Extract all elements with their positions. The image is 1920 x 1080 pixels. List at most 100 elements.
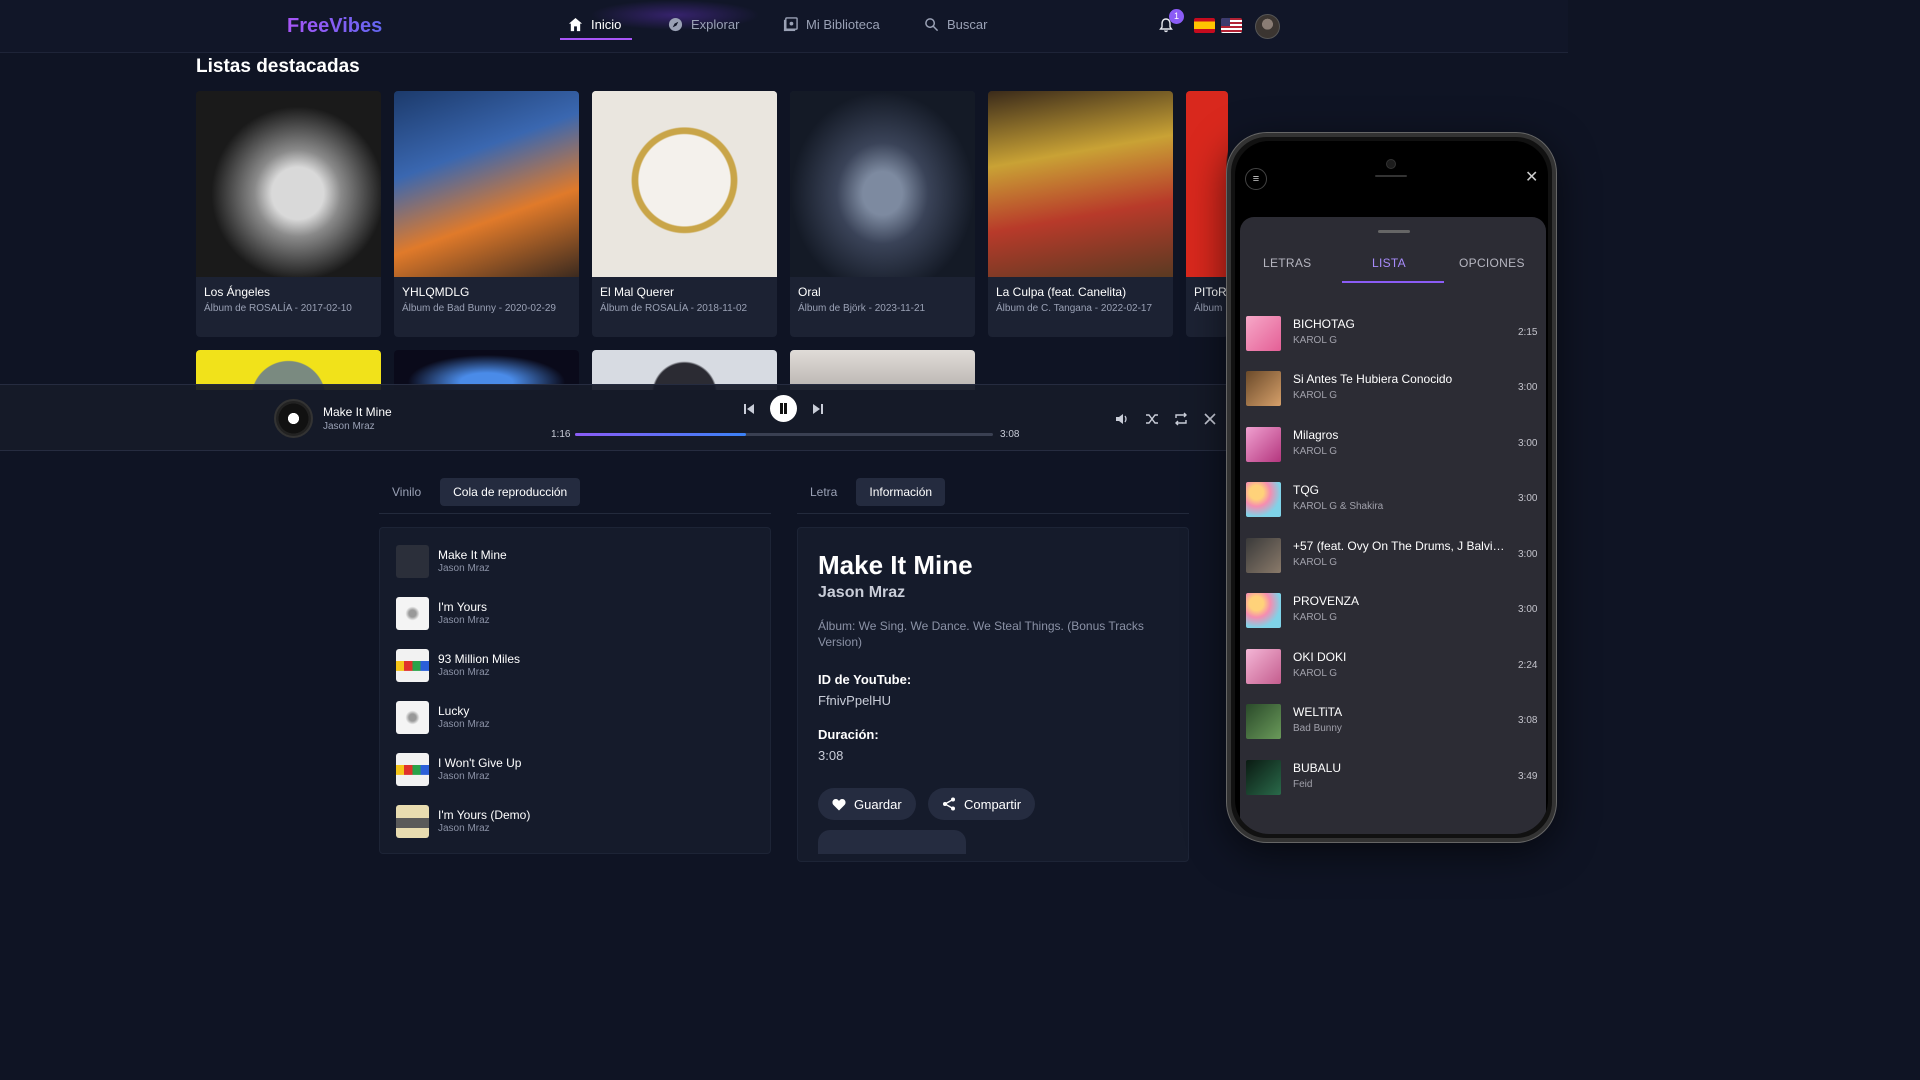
progress-bar[interactable] xyxy=(575,433,993,436)
phone-tab-opciones[interactable]: OPCIONES xyxy=(1459,256,1525,270)
phone-song-item[interactable]: BICHOTAG KAROL G 2:15 xyxy=(1246,313,1546,353)
song-artist: Bad Bunny xyxy=(1293,723,1342,734)
queue-item[interactable]: I'm Yours Jason Mraz xyxy=(396,596,756,630)
phone-mockup: ≡ ✕ LETRAS LISTA OPCIONES BICHOTAG KAROL… xyxy=(1227,133,1556,842)
nav-item-label: Inicio xyxy=(591,17,622,32)
featured-card[interactable]: El Mal Querer Álbum de ROSALÍA - 2018-11… xyxy=(592,91,777,337)
nav-item-inicio[interactable]: Inicio xyxy=(568,17,621,32)
info-artist: Jason Mraz xyxy=(818,584,906,601)
song-duration: 3:00 xyxy=(1518,382,1538,393)
spain-flag-icon[interactable] xyxy=(1194,18,1215,33)
song-duration: 3:08 xyxy=(1518,715,1538,726)
right-tabs: Letra Información xyxy=(797,478,946,506)
heart-icon xyxy=(832,798,846,810)
nav-item-biblioteca[interactable]: Mi Biblioteca xyxy=(783,17,880,32)
tab-cola[interactable]: Cola de reproducción xyxy=(440,478,581,506)
song-duration: 3:00 xyxy=(1518,549,1538,560)
current-time: 1:16 xyxy=(551,429,571,440)
compass-icon xyxy=(668,17,683,32)
track-thumbnail xyxy=(396,545,429,578)
search-icon xyxy=(925,18,939,32)
phone-song-item[interactable]: TQG KAROL G & Shakira 3:00 xyxy=(1246,479,1546,519)
shuffle-icon[interactable] xyxy=(1145,412,1159,426)
user-avatar[interactable] xyxy=(1255,14,1280,39)
save-button[interactable]: Guardar xyxy=(818,788,916,820)
track-thumbnail xyxy=(396,753,429,786)
close-icon[interactable]: ✕ xyxy=(1525,167,1538,187)
volume-icon[interactable] xyxy=(1115,412,1129,426)
track-title: Make It Mine xyxy=(438,548,507,562)
card-title: El Mal Querer xyxy=(600,285,675,299)
phone-song-item[interactable]: Milagros KAROL G 3:00 xyxy=(1246,424,1546,464)
nav-item-explorar[interactable]: Explorar xyxy=(668,17,739,32)
player-bar: Make It Mine Jason Mraz 1:16 3:08 xyxy=(0,384,1230,451)
now-playing-vinyl[interactable] xyxy=(274,399,313,438)
song-thumbnail xyxy=(1246,649,1281,684)
queue-item[interactable]: Lucky Jason Mraz xyxy=(396,700,756,734)
queue-menu-icon[interactable]: ≡ xyxy=(1245,168,1267,190)
track-artist: Jason Mraz xyxy=(438,615,490,626)
section-title: Listas destacadas xyxy=(196,56,360,77)
tab-letra[interactable]: Letra xyxy=(797,478,850,506)
nav-item-buscar[interactable]: Buscar xyxy=(924,17,987,32)
repeat-icon[interactable] xyxy=(1174,412,1188,426)
phone-song-item[interactable]: +57 (feat. Ovy On The Drums, J Balvin, .… xyxy=(1246,535,1546,575)
featured-card[interactable]: Oral Álbum de Björk - 2023-11-21 xyxy=(790,91,975,337)
phone-song-item[interactable]: WELTiTA Bad Bunny 3:08 xyxy=(1246,701,1546,741)
song-artist: Feid xyxy=(1293,779,1313,790)
song-artist: KAROL G xyxy=(1293,557,1338,568)
queue-item[interactable]: Make It Mine Jason Mraz xyxy=(396,544,756,578)
song-thumbnail xyxy=(1246,316,1281,351)
close-icon[interactable] xyxy=(1204,413,1216,425)
card-title: La Culpa (feat. Canelita) xyxy=(996,285,1127,299)
track-thumbnail xyxy=(396,805,429,838)
queue-item[interactable]: 93 Million Miles Jason Mraz xyxy=(396,648,756,682)
song-thumbnail xyxy=(1246,704,1281,739)
add-to-playlist-button[interactable] xyxy=(818,830,966,854)
phone-song-item[interactable]: Si Antes Te Hubiera Conocido KAROL G 3:0… xyxy=(1246,368,1546,408)
track-title: Lucky xyxy=(438,704,470,718)
song-artist: KAROL G xyxy=(1293,668,1338,679)
us-flag-icon[interactable] xyxy=(1221,18,1242,33)
phone-song-item[interactable]: PROVENZA KAROL G 3:00 xyxy=(1246,590,1546,630)
share-icon xyxy=(943,797,955,811)
song-title: OKI DOKI xyxy=(1293,650,1347,664)
drag-handle[interactable] xyxy=(1378,230,1410,233)
previous-icon[interactable] xyxy=(743,403,755,415)
song-artist: KAROL G xyxy=(1293,446,1338,457)
featured-card[interactable]: Los Ángeles Álbum de ROSALÍA - 2017-02-1… xyxy=(196,91,381,337)
tab-vinilo[interactable]: Vinilo xyxy=(379,478,434,506)
featured-card[interactable]: YHLQMDLG Álbum de Bad Bunny - 2020-02-29 xyxy=(394,91,579,337)
home-icon xyxy=(568,17,583,32)
next-icon[interactable] xyxy=(812,403,824,415)
speaker-slot xyxy=(1375,175,1407,177)
song-artist: KAROL G xyxy=(1293,390,1338,401)
song-title: BICHOTAG xyxy=(1293,317,1355,331)
top-navbar: FreeVibes Inicio Explorar Mi Biblioteca … xyxy=(0,0,1568,53)
library-icon xyxy=(783,17,798,32)
save-label: Guardar xyxy=(854,796,902,812)
song-title: BUBALU xyxy=(1293,761,1342,775)
song-thumbnail xyxy=(1246,593,1281,628)
queue-list: Make It Mine Jason Mraz I'm Yours Jason … xyxy=(379,527,771,854)
card-subtitle: Álbum de C. Tangana - 2022-02-17 xyxy=(996,303,1153,314)
pause-button[interactable] xyxy=(770,395,797,422)
phone-tab-lista[interactable]: LISTA xyxy=(1372,256,1406,270)
track-artist: Jason Mraz xyxy=(438,823,490,834)
brand-logo[interactable]: FreeVibes xyxy=(287,15,382,38)
song-duration: 2:24 xyxy=(1518,660,1538,671)
album-cover xyxy=(1186,91,1228,277)
tab-informacion[interactable]: Información xyxy=(856,478,946,506)
card-title: Oral xyxy=(798,285,821,299)
phone-song-item[interactable]: OKI DOKI KAROL G 2:24 xyxy=(1246,646,1546,686)
queue-item[interactable]: I'm Yours (Demo) Jason Mraz xyxy=(396,804,756,838)
phone-song-item[interactable]: BUBALU Feid 3:49 xyxy=(1246,757,1546,797)
card-subtitle: Álbum de Bad Bunny - 2020-02-29 xyxy=(402,303,556,314)
song-artist: KAROL G xyxy=(1293,612,1338,623)
featured-card[interactable]: PIToR Álbum xyxy=(1186,91,1228,337)
share-button[interactable]: Compartir xyxy=(928,788,1036,820)
info-album: Álbum: We Sing. We Dance. We Steal Thing… xyxy=(818,619,1144,649)
featured-card[interactable]: La Culpa (feat. Canelita) Álbum de C. Ta… xyxy=(988,91,1173,337)
queue-item[interactable]: I Won't Give Up Jason Mraz xyxy=(396,752,756,786)
phone-tab-letras[interactable]: LETRAS xyxy=(1263,256,1311,270)
